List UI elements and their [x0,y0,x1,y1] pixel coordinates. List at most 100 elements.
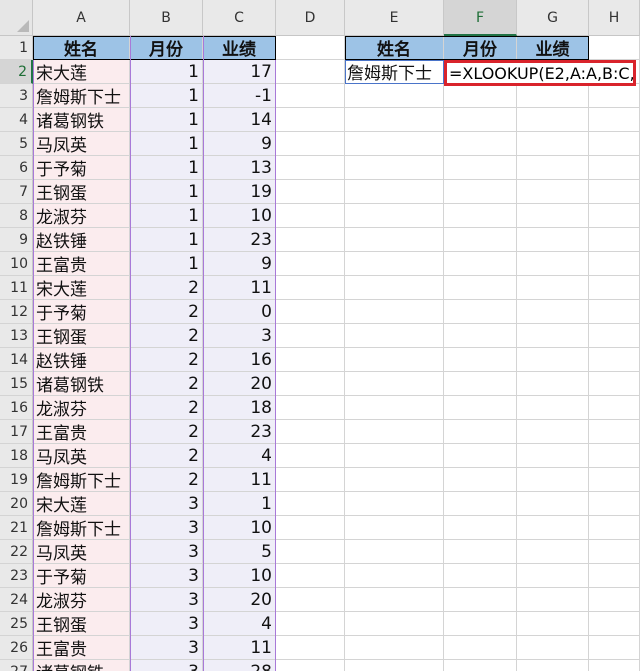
row-header-9[interactable]: 9 [0,228,33,252]
cell-empty[interactable] [589,372,640,396]
score-cell[interactable]: 9 [203,252,276,276]
score-cell[interactable]: 20 [203,372,276,396]
cell-empty[interactable] [444,348,517,372]
month-cell[interactable]: 3 [130,660,203,671]
cell-empty[interactable] [517,324,589,348]
cell-empty[interactable] [345,156,444,180]
name-cell[interactable]: 于予菊 [33,564,130,588]
row-header-20[interactable]: 20 [0,492,33,516]
row-header-10[interactable]: 10 [0,252,33,276]
cell-empty[interactable] [589,228,640,252]
cell-empty[interactable] [517,204,589,228]
month-cell[interactable]: 1 [130,108,203,132]
month-cell[interactable]: 3 [130,492,203,516]
cell-empty[interactable] [276,108,345,132]
row-header-18[interactable]: 18 [0,444,33,468]
name-cell[interactable]: 马凤英 [33,444,130,468]
cell-empty[interactable] [517,252,589,276]
cell-empty[interactable] [276,564,345,588]
cell-empty[interactable] [345,132,444,156]
cell-empty[interactable] [345,588,444,612]
cell-empty[interactable] [345,420,444,444]
name-cell[interactable]: 王钢蛋 [33,180,130,204]
cell-empty[interactable] [589,660,640,671]
cell-empty[interactable] [444,564,517,588]
cell-empty[interactable] [345,228,444,252]
cell-empty[interactable] [589,636,640,660]
month-cell[interactable]: 2 [130,468,203,492]
row-header-7[interactable]: 7 [0,180,33,204]
name-cell[interactable]: 诸葛钢铁 [33,660,130,671]
formula-cell-f2[interactable]: =XLOOKUP(E2,A:A,B:C,,,-1) [444,60,636,86]
cell-empty[interactable] [517,516,589,540]
cell-empty[interactable] [276,588,345,612]
cell-empty[interactable] [517,468,589,492]
month-cell[interactable]: 1 [130,228,203,252]
month-cell[interactable]: 2 [130,372,203,396]
cell-empty[interactable] [589,396,640,420]
cell-empty[interactable] [444,588,517,612]
month-cell[interactable]: 1 [130,60,203,84]
row-header-24[interactable]: 24 [0,588,33,612]
row-header-17[interactable]: 17 [0,420,33,444]
cell-empty[interactable] [517,228,589,252]
score-cell[interactable]: 5 [203,540,276,564]
cell-empty[interactable] [276,300,345,324]
cell-empty[interactable] [444,492,517,516]
cell-empty[interactable] [444,204,517,228]
score-cell[interactable]: 10 [203,564,276,588]
cell-empty[interactable] [444,396,517,420]
row-header-6[interactable]: 6 [0,156,33,180]
name-cell[interactable]: 马凤英 [33,540,130,564]
score-cell[interactable]: 18 [203,396,276,420]
name-cell[interactable]: 宋大莲 [33,492,130,516]
cell-empty[interactable] [444,636,517,660]
cell-empty[interactable] [589,420,640,444]
month-cell[interactable]: 1 [130,180,203,204]
month-cell[interactable]: 2 [130,444,203,468]
row-header-3[interactable]: 3 [0,84,33,108]
cell-empty[interactable] [276,420,345,444]
row-header-1[interactable]: 1 [0,36,33,60]
cell-empty[interactable] [589,300,640,324]
cell-empty[interactable] [276,156,345,180]
score-cell[interactable]: 28 [203,660,276,671]
cell-empty[interactable] [589,564,640,588]
cell-empty[interactable] [276,540,345,564]
cell-empty[interactable] [589,276,640,300]
cell-empty[interactable] [517,396,589,420]
column-header-b[interactable]: B [130,0,203,36]
cell-empty[interactable] [517,564,589,588]
cell-empty[interactable] [517,612,589,636]
name-cell[interactable]: 王富贵 [33,420,130,444]
cell-empty[interactable] [517,444,589,468]
score-cell[interactable]: 17 [203,60,276,84]
cell-empty[interactable] [276,612,345,636]
select-all-corner[interactable] [0,0,33,36]
cell-empty[interactable] [444,612,517,636]
lookup-header-name[interactable]: 姓名 [345,36,444,60]
cell-empty[interactable] [589,252,640,276]
cell-empty[interactable] [444,468,517,492]
header-cell-month[interactable]: 月份 [130,36,203,60]
month-cell[interactable]: 1 [130,84,203,108]
cell-empty[interactable] [345,180,444,204]
cell-empty[interactable] [345,612,444,636]
cell-empty[interactable] [276,516,345,540]
cell-empty[interactable] [589,132,640,156]
spreadsheet-grid[interactable]: ABCDEFGH 1 姓名 月份 业绩 姓名 月份 业绩 2 宋大莲 1 17 詹姆斯下士 3 詹姆斯下士… [0,0,640,671]
month-cell[interactable]: 3 [130,564,203,588]
row-header-4[interactable]: 4 [0,108,33,132]
cell-empty[interactable] [276,660,345,671]
cell-empty[interactable] [589,156,640,180]
cell-empty[interactable] [345,468,444,492]
score-cell[interactable]: 10 [203,204,276,228]
cell-empty[interactable] [517,132,589,156]
cell-empty[interactable] [517,660,589,671]
cell-empty[interactable] [444,516,517,540]
cell-empty[interactable] [444,228,517,252]
cell-empty[interactable] [444,108,517,132]
cell-empty[interactable] [589,36,640,60]
month-cell[interactable]: 1 [130,204,203,228]
score-cell[interactable]: 23 [203,420,276,444]
